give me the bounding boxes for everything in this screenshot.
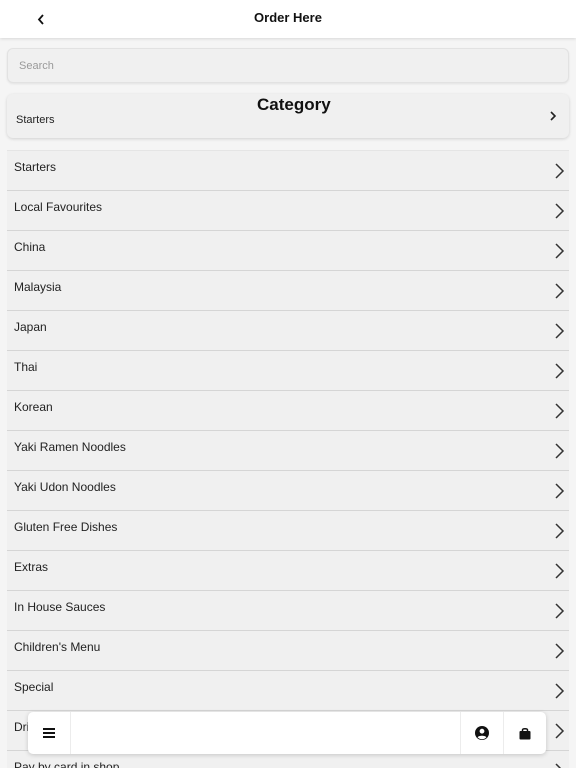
category-row[interactable]: Special [7,670,569,710]
category-row[interactable]: Korean [7,390,569,430]
chevron-right-icon [555,203,565,219]
chevron-right-icon [555,363,565,379]
shopping-bag-icon [519,727,531,739]
chevron-right-icon [555,723,565,739]
category-row[interactable]: Thai [7,350,569,390]
chevron-right-icon [550,111,557,121]
category-row-label: Extras [14,560,49,574]
category-row-label: Malaysia [14,280,62,294]
category-row[interactable]: China [7,230,569,270]
chevron-right-icon [555,683,565,699]
chevron-right-icon [555,163,565,179]
category-row-label: Yaki Udon Noodles [14,480,116,494]
selected-category-label: Starters [16,114,55,126]
category-row-label: In House Sauces [14,600,106,614]
chevron-right-icon [555,603,565,619]
chevron-right-icon [555,323,565,339]
user-circle-icon [475,726,489,740]
search-input[interactable] [8,49,568,82]
category-row-label: Pay by card in shop [14,760,120,768]
category-row-label: Yaki Ramen Noodles [14,440,126,454]
account-button[interactable] [460,712,503,754]
category-list: Starters Local Favourites China Malaysia Jap… [7,150,569,768]
category-row[interactable]: In House Sauces [7,590,569,630]
category-row-label: Gluten Free Dishes [14,520,118,534]
category-row-label: Japan [14,320,47,334]
chevron-right-icon [555,483,565,499]
category-row-label: Special [14,680,54,694]
hamburger-menu-icon [43,728,55,738]
category-row-label: Korean [14,400,53,414]
category-row[interactable]: Local Favourites [7,190,569,230]
category-row[interactable]: Japan [7,310,569,350]
category-row[interactable]: Gluten Free Dishes [7,510,569,550]
category-row-label: Children's Menu [14,640,101,654]
category-row[interactable]: Starters [7,150,569,190]
chevron-right-icon [555,243,565,259]
page-title: Order Here [254,10,322,25]
search-box [7,48,569,83]
top-bar: Order Here [0,0,576,38]
chevron-right-icon [555,443,565,459]
category-row[interactable]: Extras [7,550,569,590]
chevron-right-icon [555,403,565,419]
category-heading: Category [257,95,331,114]
chevron-right-icon [555,563,565,579]
chevron-right-icon [555,283,565,299]
menu-button[interactable] [28,712,71,754]
chevron-right-icon [555,523,565,539]
category-row-label: Thai [14,360,38,374]
category-row-label: Local Favourites [14,200,103,214]
category-row-label: Starters [14,160,57,174]
category-row[interactable]: Yaki Udon Noodles [7,470,569,510]
category-selector[interactable]: Category Starters [7,94,569,138]
bottom-toolbar [28,712,546,754]
category-row[interactable]: Yaki Ramen Noodles [7,430,569,470]
chevron-right-icon [555,643,565,659]
category-row[interactable]: Children's Menu [7,630,569,670]
category-row-label: China [14,240,46,254]
category-row[interactable]: Malaysia [7,270,569,310]
cart-button[interactable] [503,712,546,754]
chevron-right-icon [555,763,562,768]
